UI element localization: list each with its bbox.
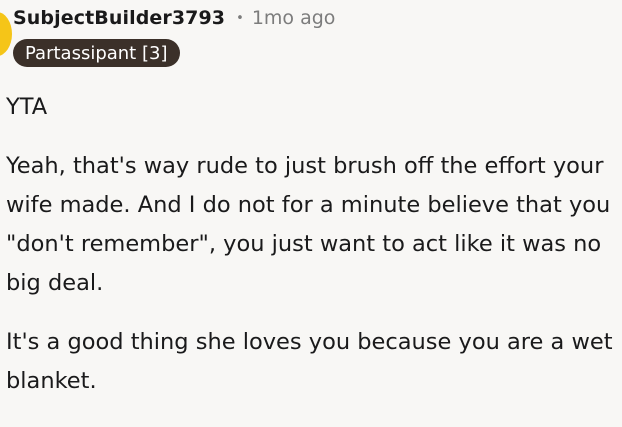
username-link[interactable]: SubjectBuilder3793 <box>13 7 225 29</box>
comment-body: YTA Yeah, that's way rude to just brush … <box>6 88 620 421</box>
comment-paragraph: Yeah, that's way rude to just brush off … <box>6 153 611 296</box>
comment-paragraph: YTA <box>6 94 48 120</box>
meta-separator: • <box>236 10 244 26</box>
comment-meta: SubjectBuilder3793 • 1mo ago <box>13 4 335 32</box>
user-flair: Partassipant [3] <box>13 39 181 67</box>
comment-paragraph: It's a good thing she loves you because … <box>6 329 613 394</box>
timestamp[interactable]: 1mo ago <box>252 7 336 29</box>
avatar[interactable] <box>0 12 12 56</box>
